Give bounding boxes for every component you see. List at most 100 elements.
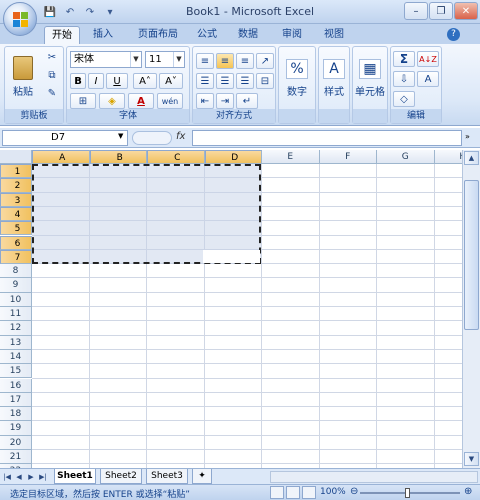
border-icon[interactable]: ⊞ (70, 93, 96, 109)
cells-button[interactable]: ▦ 单元格 (354, 51, 386, 105)
text-orientation-icon[interactable]: ↗ (256, 53, 274, 69)
column-header-a[interactable]: A (32, 150, 90, 164)
column-header-c[interactable]: C (147, 150, 205, 164)
expand-formula-bar-icon[interactable]: » (465, 132, 470, 141)
zoom-in-icon[interactable]: ⊕ (464, 486, 472, 497)
styles-button[interactable]: A 样式 (320, 51, 348, 105)
format-painter-icon[interactable]: ✎ (43, 86, 61, 101)
row-header-7[interactable]: 7 (0, 249, 32, 265)
tab-review[interactable]: 审阅 (276, 26, 308, 44)
shrink-font-button[interactable]: A˅ (159, 73, 183, 89)
sheet-tab-sheet3[interactable]: Sheet3 (146, 469, 188, 484)
align-right-icon[interactable]: ☰ (236, 73, 254, 89)
insert-sheet-icon[interactable]: ✦ (192, 469, 212, 484)
scroll-up-icon[interactable]: ▲ (464, 151, 479, 165)
font-name-select[interactable]: 宋体 ▼ (70, 51, 142, 68)
row-header-8[interactable]: 8 (0, 264, 32, 279)
number-format-button[interactable]: % 数字 (281, 51, 313, 105)
column-header-b[interactable]: B (89, 150, 147, 164)
sort-filter-icon[interactable]: A↓Z (417, 51, 439, 67)
row-header-14[interactable]: 14 (0, 349, 32, 365)
zoom-level[interactable]: 100% (320, 487, 346, 497)
cut-icon[interactable]: ✂ (43, 50, 61, 65)
page-break-view-icon[interactable] (302, 486, 316, 499)
phonetic-icon[interactable]: wén (157, 93, 183, 109)
row-header-20[interactable]: 20 (0, 435, 32, 450)
office-button[interactable] (3, 2, 37, 36)
row-header-11[interactable]: 11 (0, 307, 32, 322)
scroll-thumb[interactable] (464, 180, 479, 330)
tab-page-layout[interactable]: 页面布局 (130, 26, 186, 44)
underline-button[interactable]: U (106, 73, 128, 89)
row-header-21[interactable]: 21 (0, 450, 32, 465)
column-header-h[interactable]: H (434, 150, 462, 164)
column-header-e[interactable]: E (262, 150, 320, 164)
horizontal-scrollbar[interactable] (270, 471, 478, 483)
save-icon[interactable]: 💾 (42, 5, 58, 20)
align-bottom-icon[interactable]: ≡ (236, 53, 254, 69)
normal-view-icon[interactable] (270, 486, 284, 499)
bold-button[interactable]: B (70, 73, 86, 89)
fill-color-icon[interactable]: ◈ (99, 93, 125, 109)
row-header-13[interactable]: 13 (0, 335, 32, 350)
zoom-out-icon[interactable]: ⊖ (350, 486, 358, 497)
zoom-slider-knob[interactable] (405, 488, 410, 498)
row-header-17[interactable]: 17 (0, 392, 32, 408)
autosum-icon[interactable]: Σ (393, 51, 415, 67)
tab-home[interactable]: 开始 (44, 26, 80, 44)
sheet-tab-sheet1[interactable]: Sheet1 (54, 469, 96, 484)
merge-cells-icon[interactable]: ⊟ (256, 73, 274, 89)
row-header-5[interactable]: 5 (0, 221, 32, 236)
increase-indent-icon[interactable]: ⇥ (216, 93, 234, 109)
tab-data[interactable]: 数据 (232, 26, 264, 44)
clear-icon[interactable]: ◇ (393, 91, 415, 107)
tab-insert[interactable]: 插入 (86, 26, 120, 44)
vertical-scrollbar[interactable]: ▲ ▼ (462, 150, 480, 468)
column-header-f[interactable]: F (319, 150, 377, 164)
prev-sheet-icon[interactable]: ◀ (14, 471, 24, 483)
row-header-4[interactable]: 4 (0, 206, 32, 222)
customize-qat-icon[interactable]: ▾ (102, 5, 118, 20)
row-header-18[interactable]: 18 (0, 407, 32, 422)
row-header-19[interactable]: 19 (0, 421, 32, 436)
tab-formulas[interactable]: 公式 (192, 26, 222, 44)
row-header-2[interactable]: 2 (0, 178, 32, 193)
worksheet-grid[interactable]: ABCDEFGH 1234567891011121314151617181920… (0, 150, 462, 468)
grow-font-button[interactable]: A˄ (133, 73, 157, 89)
next-sheet-icon[interactable]: ▶ (26, 471, 36, 483)
restore-button[interactable]: ❐ (429, 2, 453, 20)
undo-icon[interactable]: ↶ (62, 5, 78, 20)
row-header-12[interactable]: 12 (0, 321, 32, 336)
chevron-down-icon[interactable]: ▼ (118, 132, 123, 140)
column-header-g[interactable]: G (377, 150, 435, 164)
help-icon[interactable]: ? (447, 28, 460, 41)
redo-icon[interactable]: ↷ (82, 5, 98, 20)
align-top-icon[interactable]: ≡ (196, 53, 214, 69)
italic-button[interactable]: I (88, 73, 104, 89)
first-sheet-icon[interactable]: |◀ (2, 471, 12, 483)
row-header-6[interactable]: 6 (0, 235, 32, 250)
align-left-icon[interactable]: ☰ (196, 73, 214, 89)
row-header-9[interactable]: 9 (0, 278, 32, 293)
insert-function-icon[interactable]: fx (176, 131, 185, 142)
active-cell[interactable] (203, 250, 260, 263)
row-header-10[interactable]: 10 (0, 292, 32, 307)
fill-icon[interactable]: ⇩ (393, 71, 415, 87)
wrap-text-icon[interactable]: ↵ (236, 93, 258, 109)
align-center-icon[interactable]: ☰ (216, 73, 234, 89)
paste-button[interactable]: 粘贴 (7, 49, 39, 105)
copy-icon[interactable]: ⧉ (43, 68, 61, 83)
row-header-1[interactable]: 1 (0, 164, 32, 179)
zoom-slider[interactable] (360, 492, 460, 494)
align-middle-icon[interactable]: ≡ (216, 53, 234, 69)
close-button[interactable]: ✕ (454, 2, 478, 20)
page-layout-view-icon[interactable] (286, 486, 300, 499)
find-select-icon[interactable]: A (417, 71, 439, 87)
row-header-16[interactable]: 16 (0, 378, 32, 393)
formula-input[interactable] (192, 130, 462, 146)
sheet-tab-sheet2[interactable]: Sheet2 (100, 469, 142, 484)
decrease-indent-icon[interactable]: ⇤ (196, 93, 214, 109)
minimize-button[interactable]: – (404, 2, 428, 20)
column-header-d[interactable]: D (204, 150, 262, 164)
last-sheet-icon[interactable]: ▶| (38, 471, 48, 483)
